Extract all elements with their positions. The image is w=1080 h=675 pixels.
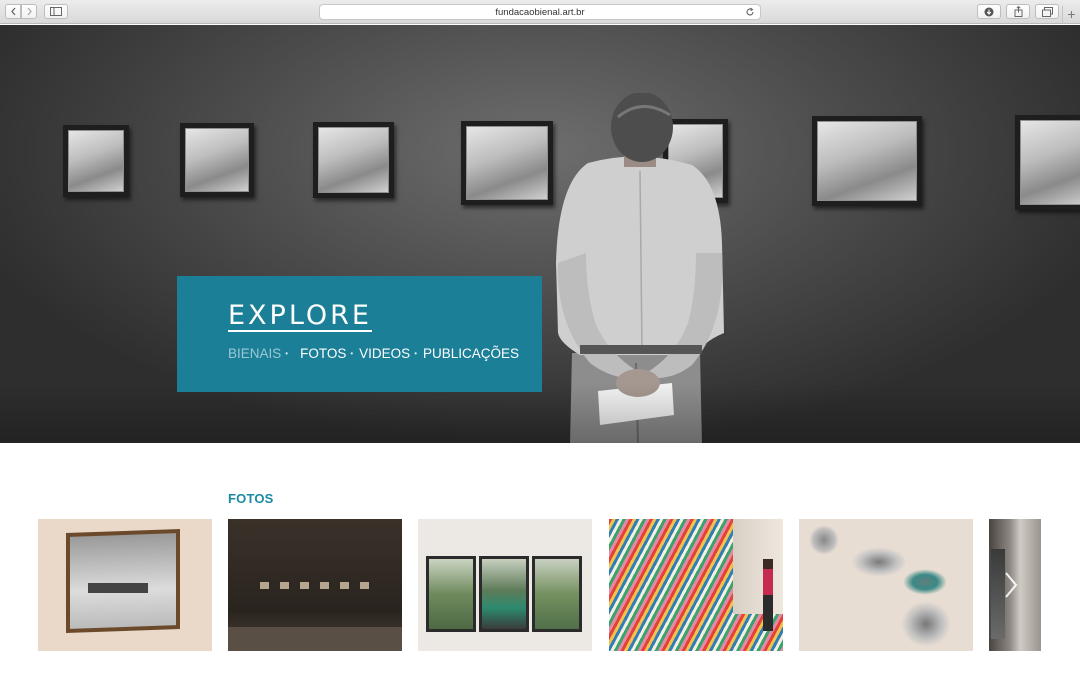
sidebar-icon bbox=[50, 7, 62, 16]
photo-image bbox=[535, 559, 579, 629]
download-icon bbox=[984, 7, 994, 16]
photo-thumbnail[interactable] bbox=[38, 519, 212, 651]
photo-thumbnail[interactable] bbox=[228, 519, 402, 651]
photo-detail bbox=[360, 582, 369, 589]
photo-detail bbox=[901, 601, 951, 647]
carousel-next-button[interactable] bbox=[1003, 571, 1019, 599]
photo-wall bbox=[733, 519, 783, 614]
explore-panel: EXPLORE BIENAIS • FOTOS • VIDEOS • PUBLI… bbox=[177, 276, 542, 392]
forward-button[interactable] bbox=[21, 4, 37, 19]
explore-link-videos[interactable]: VIDEOS bbox=[359, 346, 410, 361]
chevron-right-icon bbox=[27, 7, 32, 16]
photo-thumbnail[interactable] bbox=[609, 519, 783, 651]
separator-dot: • bbox=[350, 349, 354, 358]
photo-detail bbox=[88, 569, 148, 593]
photo-detail bbox=[280, 582, 289, 589]
sidebar-button[interactable] bbox=[44, 4, 68, 19]
wall-artwork bbox=[1015, 115, 1080, 210]
hero-shadow bbox=[0, 383, 1080, 443]
url-text: fundacaobienal.art.br bbox=[495, 6, 585, 18]
share-button[interactable] bbox=[1006, 4, 1030, 19]
chevron-right-icon bbox=[1005, 572, 1018, 598]
photo-detail bbox=[851, 547, 907, 577]
wall-artwork bbox=[812, 116, 922, 206]
tabs-button[interactable] bbox=[1035, 4, 1059, 19]
back-button[interactable] bbox=[5, 4, 21, 19]
download-button[interactable] bbox=[977, 4, 1001, 19]
photo-thumbnail[interactable] bbox=[418, 519, 592, 651]
separator-dot: • bbox=[414, 349, 417, 358]
photo-detail bbox=[903, 569, 947, 595]
separator-dot: • bbox=[285, 349, 289, 358]
photo-detail bbox=[260, 582, 269, 589]
explore-link-fotos[interactable]: FOTOS bbox=[300, 346, 346, 361]
explore-nav: BIENAIS • FOTOS • VIDEOS • PUBLICAÇÕES bbox=[228, 346, 519, 361]
photo-detail bbox=[340, 582, 349, 589]
explore-link-publicacoes[interactable]: PUBLICAÇÕES bbox=[423, 346, 519, 361]
share-icon bbox=[1014, 6, 1022, 17]
chevron-left-icon bbox=[10, 7, 15, 16]
browser-toolbar: fundacaobienal.art.br + bbox=[0, 0, 1080, 24]
fotos-heading: FOTOS bbox=[228, 491, 274, 506]
wall-artwork bbox=[461, 121, 553, 205]
photo-detail bbox=[320, 582, 329, 589]
reload-icon[interactable] bbox=[745, 7, 755, 17]
address-bar[interactable]: fundacaobienal.art.br bbox=[319, 4, 761, 20]
wall-artwork bbox=[63, 125, 129, 197]
explore-title: EXPLORE bbox=[228, 300, 372, 332]
explore-link-bienais[interactable]: BIENAIS bbox=[228, 346, 281, 361]
photo-floor bbox=[228, 627, 402, 651]
photo-visitor bbox=[763, 559, 773, 631]
wall-artwork bbox=[313, 122, 394, 198]
wall-artwork bbox=[180, 123, 254, 197]
photo-detail bbox=[809, 525, 839, 555]
photo-image bbox=[482, 559, 526, 629]
hero-banner: EXPLORE BIENAIS • FOTOS • VIDEOS • PUBLI… bbox=[0, 25, 1080, 443]
photo-detail bbox=[300, 582, 309, 589]
photo-thumbnail[interactable] bbox=[799, 519, 973, 651]
photo-image bbox=[429, 559, 473, 629]
tabs-icon bbox=[1041, 6, 1053, 17]
new-tab-button[interactable]: + bbox=[1062, 6, 1080, 24]
